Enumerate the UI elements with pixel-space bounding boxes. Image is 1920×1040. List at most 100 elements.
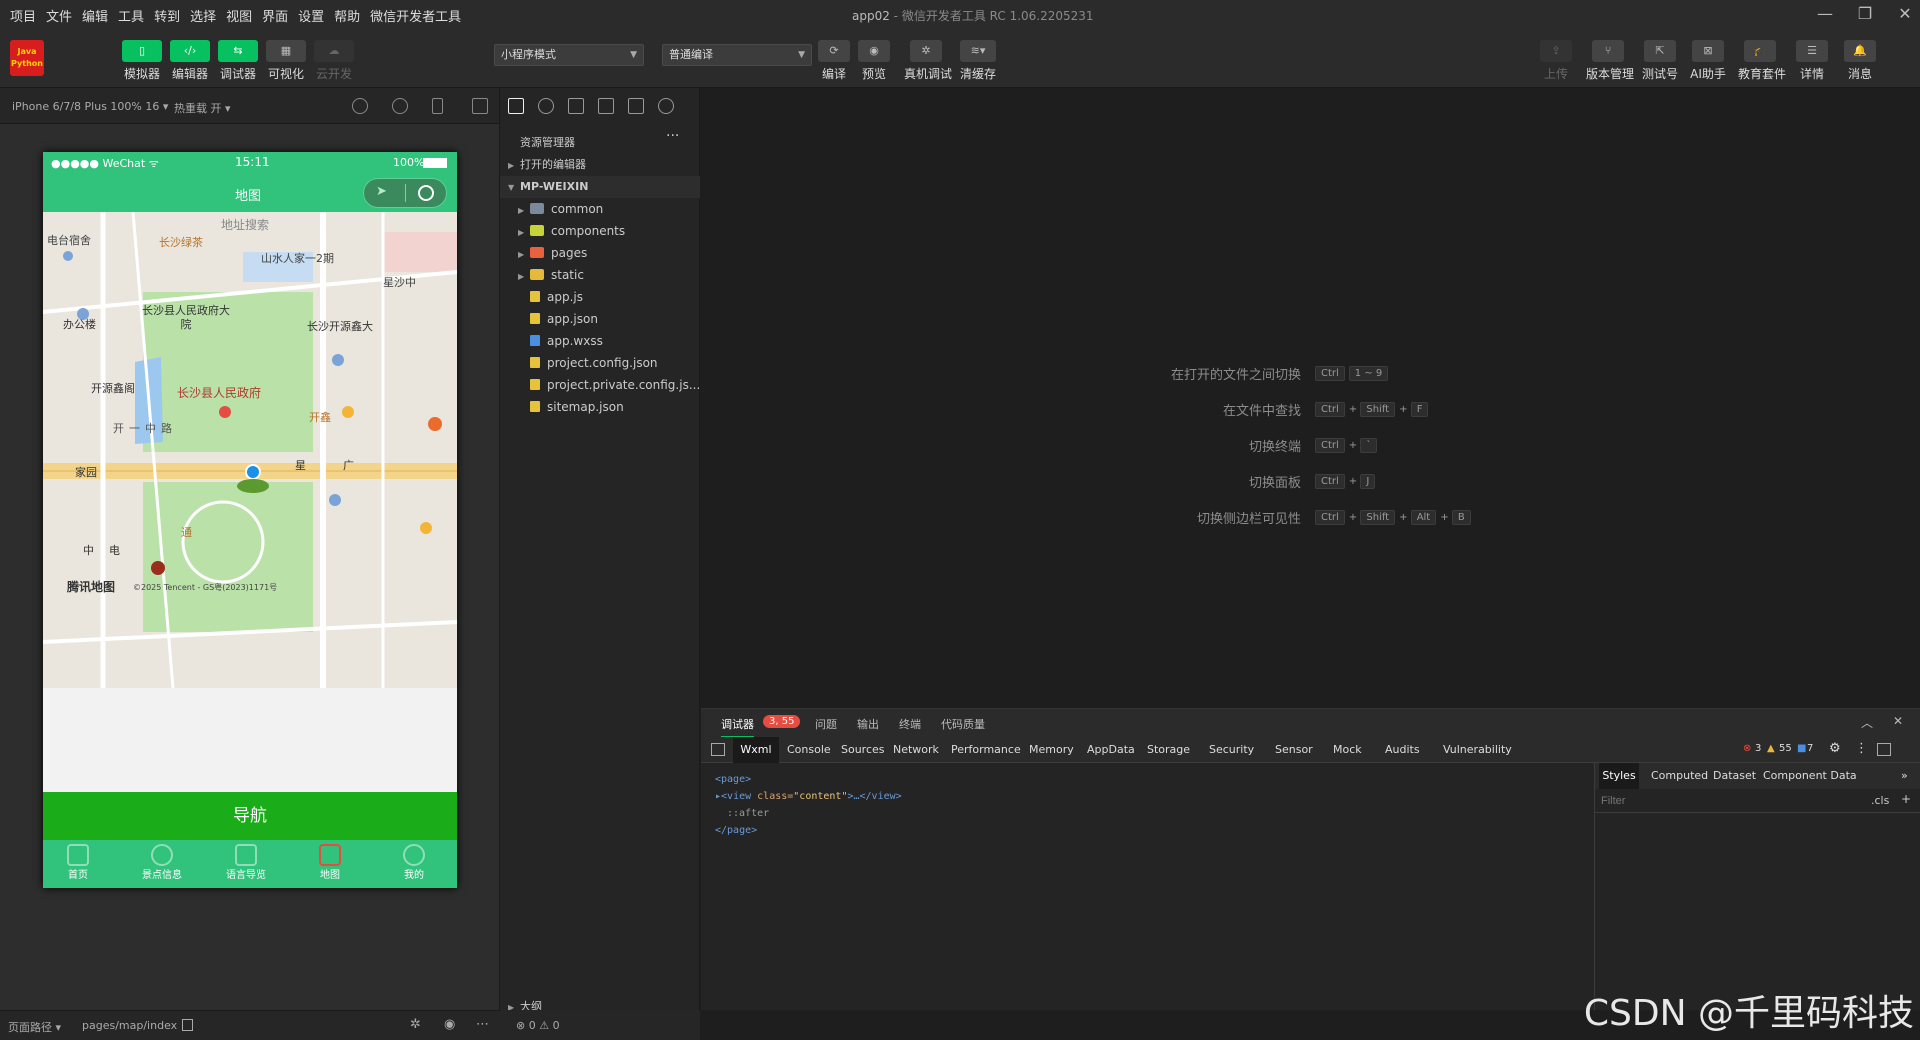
simulator-button[interactable]: ▯ 模拟器 — [120, 40, 164, 82]
menu-select[interactable]: 选择 — [190, 6, 216, 25]
map-view[interactable]: 地址搜索 电台宿舍 长沙绿茶 山水人家一2期 星沙中 长沙县人民政府大院 长沙开… — [43, 212, 457, 688]
copy-icon[interactable] — [182, 1019, 193, 1031]
cls-toggle[interactable]: .cls — [1871, 794, 1889, 807]
tab-code-quality[interactable]: 代码质量 — [941, 716, 985, 732]
tab-problems[interactable]: 问题 — [815, 716, 837, 732]
eye-icon[interactable]: ◉ — [444, 1017, 455, 1032]
tab-console[interactable]: Console — [787, 737, 831, 763]
compile-select[interactable]: 普通编译 ▼ — [662, 44, 812, 66]
avatar[interactable]: Java Python — [10, 40, 44, 76]
preview-button[interactable]: ◉ 预览 — [852, 40, 896, 82]
tab-wxml[interactable]: Wxml — [733, 737, 779, 763]
tab-styles[interactable]: Styles — [1599, 763, 1639, 789]
file-item[interactable]: project.config.json — [500, 352, 700, 374]
upload-button[interactable]: ⇪ 上传 — [1534, 40, 1578, 82]
window-icon[interactable] — [472, 98, 488, 114]
menu-wechat-devtools[interactable]: 微信开发者工具 — [370, 6, 461, 25]
bug-icon[interactable]: ✲ — [410, 1017, 421, 1032]
navigate-button[interactable]: 导航 — [43, 792, 457, 840]
remote-debug-button[interactable]: ✲ 真机调试 — [904, 40, 952, 82]
menu-view[interactable]: 视图 — [226, 6, 252, 25]
tab-vulnerability[interactable]: Vulnerability — [1443, 737, 1512, 763]
more-vertical-icon[interactable]: ⋮ — [1855, 741, 1868, 756]
dom-node-page-close[interactable]: </page> — [715, 822, 902, 839]
file-item[interactable]: app.js — [500, 286, 700, 308]
restore-icon[interactable]: ❐ — [1850, 4, 1880, 26]
tab-appdata[interactable]: AppData — [1087, 737, 1135, 763]
open-editors-section[interactable]: ▶ 打开的编辑器 — [500, 154, 700, 176]
tab-output[interactable]: 输出 — [857, 716, 879, 732]
device-select[interactable]: iPhone 6/7/8 Plus 100% 16 ▾ — [12, 100, 168, 113]
folder-item[interactable]: ▶ components — [500, 220, 700, 242]
record-icon[interactable] — [392, 98, 408, 114]
file-item[interactable]: app.json — [500, 308, 700, 330]
tab-mock[interactable]: Mock — [1333, 737, 1362, 763]
tab-dataset[interactable]: Dataset — [1713, 763, 1756, 789]
test-account-button[interactable]: ⇱ 测试号 — [1638, 40, 1682, 82]
gear-icon[interactable]: ⚙ — [1829, 741, 1841, 756]
tab-audits[interactable]: Audits — [1385, 737, 1420, 763]
tab-home[interactable]: 首页 — [43, 844, 113, 881]
more-icon[interactable]: ⋯ — [476, 1017, 489, 1032]
chevron-up-icon[interactable]: ︿ — [1861, 714, 1873, 731]
folder-item[interactable]: ▶ common — [500, 198, 700, 220]
tab-sources[interactable]: Sources — [841, 737, 885, 763]
tab-terminal[interactable]: 终端 — [899, 716, 921, 732]
folder-item[interactable]: ▶ static — [500, 264, 700, 286]
chevron-right-icon[interactable]: » — [1901, 763, 1908, 789]
tab-debugger[interactable]: 调试器 — [721, 716, 754, 738]
tab-audio-guide[interactable]: 语言导览 — [211, 844, 281, 881]
tab-performance[interactable]: Performance — [951, 737, 1021, 763]
filter-input[interactable] — [1601, 792, 1801, 810]
page-path-select[interactable]: 页面路径 ▾ — [8, 1019, 61, 1035]
file-item[interactable]: app.wxss — [500, 330, 700, 352]
source-control-icon[interactable] — [568, 98, 584, 114]
close-icon[interactable]: ✕ — [1893, 714, 1903, 728]
tab-network[interactable]: Network — [893, 737, 939, 763]
details-button[interactable]: ☰ 详情 — [1790, 40, 1834, 82]
menu-settings[interactable]: 设置 — [298, 6, 324, 25]
tab-computed[interactable]: Computed — [1651, 763, 1708, 789]
extensions-icon[interactable] — [598, 98, 614, 114]
file-item[interactable]: project.private.config.js... — [500, 374, 700, 396]
location-arrow-icon[interactable]: ➤ — [376, 184, 387, 199]
menu-project[interactable]: 项目 — [10, 6, 36, 25]
file-item[interactable]: sitemap.json — [500, 396, 700, 418]
visual-button[interactable]: ▦ 可视化 — [264, 40, 308, 82]
inspect-icon[interactable] — [711, 743, 725, 756]
menu-tools[interactable]: 工具 — [118, 6, 144, 25]
dock-icon[interactable] — [1877, 743, 1891, 756]
menu-goto[interactable]: 转到 — [154, 6, 180, 25]
tab-component-data[interactable]: Component Data — [1763, 763, 1857, 789]
dom-node-page[interactable]: <page> — [715, 771, 902, 788]
tab-memory[interactable]: Memory — [1029, 737, 1074, 763]
ai-button[interactable]: ⊠ AI助手 — [1686, 40, 1730, 82]
cloud-icon[interactable] — [658, 98, 674, 114]
root-folder[interactable]: ▼ MP-WEIXIN — [500, 176, 700, 198]
files-icon[interactable] — [508, 98, 524, 114]
search-label[interactable]: 地址搜索 — [221, 216, 269, 233]
phone-icon[interactable] — [432, 98, 443, 114]
tab-security[interactable]: Security — [1209, 737, 1254, 763]
tab-sensor[interactable]: Sensor — [1275, 737, 1313, 763]
cloud-button[interactable]: ☁ 云开发 — [312, 40, 356, 82]
menu-help[interactable]: 帮助 — [334, 6, 360, 25]
add-style-button[interactable]: + — [1901, 792, 1911, 806]
menu-edit[interactable]: 编辑 — [82, 6, 108, 25]
dom-node-after[interactable]: ::after — [715, 805, 902, 822]
tab-map[interactable]: 地图 — [295, 844, 365, 881]
tab-attractions[interactable]: 景点信息 — [127, 844, 197, 881]
mode-select[interactable]: 小程序模式 ▼ — [494, 44, 644, 66]
dom-node-view[interactable]: ▸<view class="content">…</view> — [715, 788, 902, 805]
clear-cache-button[interactable]: ≋▾ 清缓存 — [956, 40, 1000, 82]
target-icon[interactable] — [418, 185, 434, 201]
folder-item[interactable]: ▶ pages — [500, 242, 700, 264]
version-button[interactable]: ⑂ 版本管理 — [1586, 40, 1634, 82]
tab-mine[interactable]: 我的 — [379, 844, 449, 881]
layout-icon[interactable] — [628, 98, 644, 114]
compile-button[interactable]: ⟳ 编译 — [812, 40, 856, 82]
close-icon[interactable]: ✕ — [1890, 4, 1920, 26]
education-button[interactable]: 🎓 教育套件 — [1738, 40, 1786, 82]
error-warning-count[interactable]: ⊗ 0 ⚠ 0 — [516, 1019, 560, 1032]
search-icon[interactable] — [538, 98, 554, 114]
